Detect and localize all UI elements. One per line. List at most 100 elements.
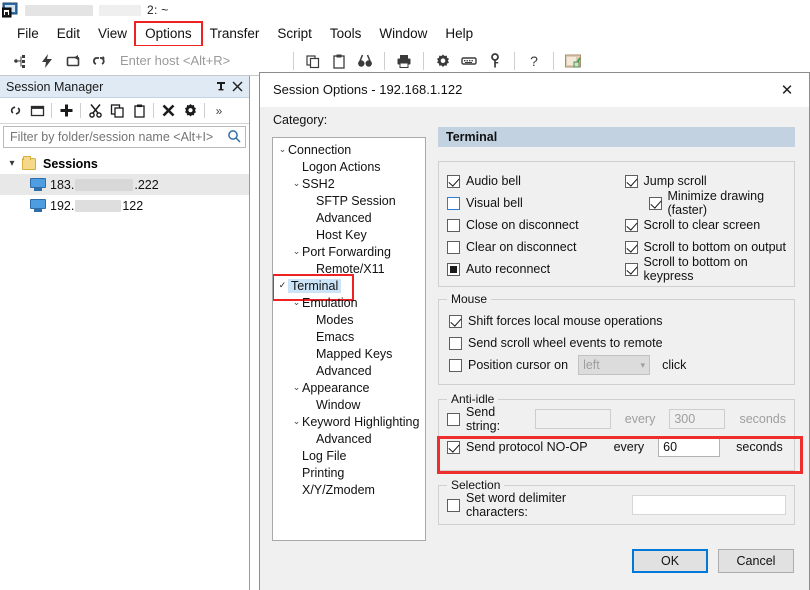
word-delimiter-input[interactable] [632, 495, 786, 515]
chevron-down-icon[interactable]: ▾ [6, 158, 18, 169]
checkbox-box[interactable] [624, 262, 638, 276]
tree-root-sessions[interactable]: ▾ Sessions [0, 153, 249, 174]
category-item-emulation-advanced[interactable]: Advanced [273, 362, 425, 379]
pin-icon[interactable] [213, 79, 229, 95]
menu-help[interactable]: Help [436, 23, 482, 44]
search-icon[interactable] [227, 129, 241, 146]
filter-input[interactable] [8, 129, 227, 145]
cut-icon[interactable] [84, 100, 106, 122]
category-item-window[interactable]: Window [273, 396, 425, 413]
checkbox-send-string[interactable] [447, 412, 460, 426]
cancel-button[interactable]: Cancel [718, 549, 794, 573]
category-item-logon-actions[interactable]: Logon Actions [273, 158, 425, 175]
chevron-down-icon[interactable]: ⌄ [291, 178, 302, 189]
menu-edit[interactable]: Edit [48, 23, 89, 44]
paste-icon[interactable] [128, 100, 150, 122]
list-item[interactable]: 192. 122 [0, 195, 249, 216]
checkbox-box[interactable] [449, 358, 462, 372]
checkbox-scroll-bottom-keypress[interactable]: Scroll to bottom on keypress [624, 255, 787, 283]
checkbox-box[interactable] [449, 314, 462, 328]
close-icon[interactable] [229, 79, 245, 95]
checkbox-minimize-drawing[interactable]: Minimize drawing (faster) [625, 189, 787, 217]
chevron-down-icon[interactable]: ⌄ [291, 416, 302, 427]
category-item-ssh2[interactable]: ⌄ SSH2 [273, 175, 425, 192]
keyboard-icon[interactable] [456, 48, 482, 74]
delete-icon[interactable] [157, 100, 179, 122]
checkbox-box[interactable] [624, 174, 638, 188]
copy-icon[interactable] [300, 48, 326, 74]
checkbox-set-word-delimiter[interactable] [447, 498, 460, 512]
checkbox-send-protocol-noop[interactable] [447, 440, 460, 454]
close-icon[interactable]: ✕ [765, 73, 809, 106]
chevron-down-icon[interactable]: ⌄ [277, 144, 288, 155]
chevron-down-icon[interactable]: ⌄ [291, 297, 302, 308]
reconnect-icon[interactable] [60, 48, 86, 74]
menu-transfer[interactable]: Transfer [201, 23, 269, 44]
paste-icon[interactable] [326, 48, 352, 74]
menu-script[interactable]: Script [268, 23, 321, 44]
category-item-emulation[interactable]: ⌄ Emulation [273, 294, 425, 311]
checkbox-scroll-to-clear-screen[interactable]: Scroll to clear screen [624, 214, 787, 236]
menu-view[interactable]: View [89, 23, 136, 44]
menu-file[interactable]: File [8, 23, 48, 44]
overflow-icon[interactable]: » [208, 100, 230, 122]
category-item-appearance[interactable]: ⌄ Appearance [273, 379, 425, 396]
category-item-ssh2-advanced[interactable]: Advanced [273, 209, 425, 226]
checkbox-box[interactable] [447, 240, 460, 254]
checkbox-audio-bell[interactable]: Audio bell [447, 170, 617, 192]
category-item-emacs[interactable]: Emacs [273, 328, 425, 345]
checkbox-auto-reconnect[interactable]: Auto reconnect [447, 258, 617, 280]
checkbox-close-on-disconnect[interactable]: Close on disconnect [447, 214, 617, 236]
key-icon[interactable] [482, 48, 508, 74]
copy-icon[interactable] [106, 100, 128, 122]
menu-window[interactable]: Window [370, 23, 436, 44]
checkbox-box[interactable] [449, 336, 462, 350]
settings-icon[interactable] [430, 48, 456, 74]
category-item-xyzmodem[interactable]: X/Y/Zmodem [273, 481, 425, 498]
category-item-remote-x11[interactable]: Remote/X11 [273, 260, 425, 277]
print-icon[interactable] [391, 48, 417, 74]
filter-input-wrapper[interactable] [3, 126, 246, 148]
properties-icon[interactable] [179, 100, 201, 122]
checkbox-box[interactable] [447, 262, 460, 276]
chevron-down-icon[interactable]: ▾ [641, 360, 646, 371]
add-icon[interactable] [55, 100, 77, 122]
send-string-input[interactable] [535, 409, 611, 429]
menu-options[interactable]: Options [134, 20, 203, 47]
list-item[interactable]: 183. .222 [0, 174, 249, 195]
checkbox-shift-forces-local-mouse[interactable]: Shift forces local mouse operations [449, 310, 784, 332]
category-item-modes[interactable]: Modes [273, 311, 425, 328]
position-cursor-select[interactable]: left ▾ [578, 355, 651, 375]
category-item-terminal[interactable]: ✓ Terminal [273, 274, 425, 301]
checkbox-visual-bell[interactable]: Visual bell [447, 192, 617, 214]
ok-button[interactable]: OK [632, 549, 708, 573]
host-input[interactable]: Enter host <Alt+R> [112, 53, 287, 68]
checkbox-box[interactable] [624, 240, 638, 254]
send-string-interval-input[interactable]: 300 [669, 409, 726, 429]
category-item-printing[interactable]: Printing [273, 464, 425, 481]
category-item-sftp-session[interactable]: SFTP Session [273, 192, 425, 209]
category-item-port-forwarding[interactable]: ⌄ Port Forwarding [273, 243, 425, 260]
menu-tools[interactable]: Tools [321, 23, 371, 44]
chevron-down-icon[interactable]: ⌄ [291, 246, 302, 257]
checkbox-box[interactable] [447, 218, 460, 232]
category-item-connection[interactable]: ⌄ Connection [273, 141, 425, 158]
checkbox-box[interactable] [447, 196, 460, 210]
session-options-icon[interactable] [560, 48, 586, 74]
category-item-keyword-highlighting[interactable]: ⌄ Keyword Highlighting [273, 413, 425, 430]
checkbox-send-scroll-wheel[interactable]: Send scroll wheel events to remote [449, 332, 784, 354]
category-item-mapped-keys[interactable]: Mapped Keys [273, 345, 425, 362]
checkbox-box[interactable] [447, 174, 460, 188]
category-item-host-key[interactable]: Host Key [273, 226, 425, 243]
new-folder-icon[interactable] [26, 100, 48, 122]
connect-icon[interactable] [8, 48, 34, 74]
quick-connect-icon[interactable] [34, 48, 60, 74]
disconnect-icon[interactable] [86, 48, 112, 74]
chevron-down-icon[interactable]: ⌄ [291, 382, 302, 393]
checkbox-box[interactable] [648, 196, 662, 210]
category-tree[interactable]: ⌄ Connection Logon Actions ⌄ SSH2 SFTP S… [272, 137, 426, 541]
checkbox-box[interactable] [624, 218, 638, 232]
category-item-kw-advanced[interactable]: Advanced [273, 430, 425, 447]
category-item-log-file[interactable]: Log File [273, 447, 425, 464]
help-icon[interactable]: ? [521, 48, 547, 74]
